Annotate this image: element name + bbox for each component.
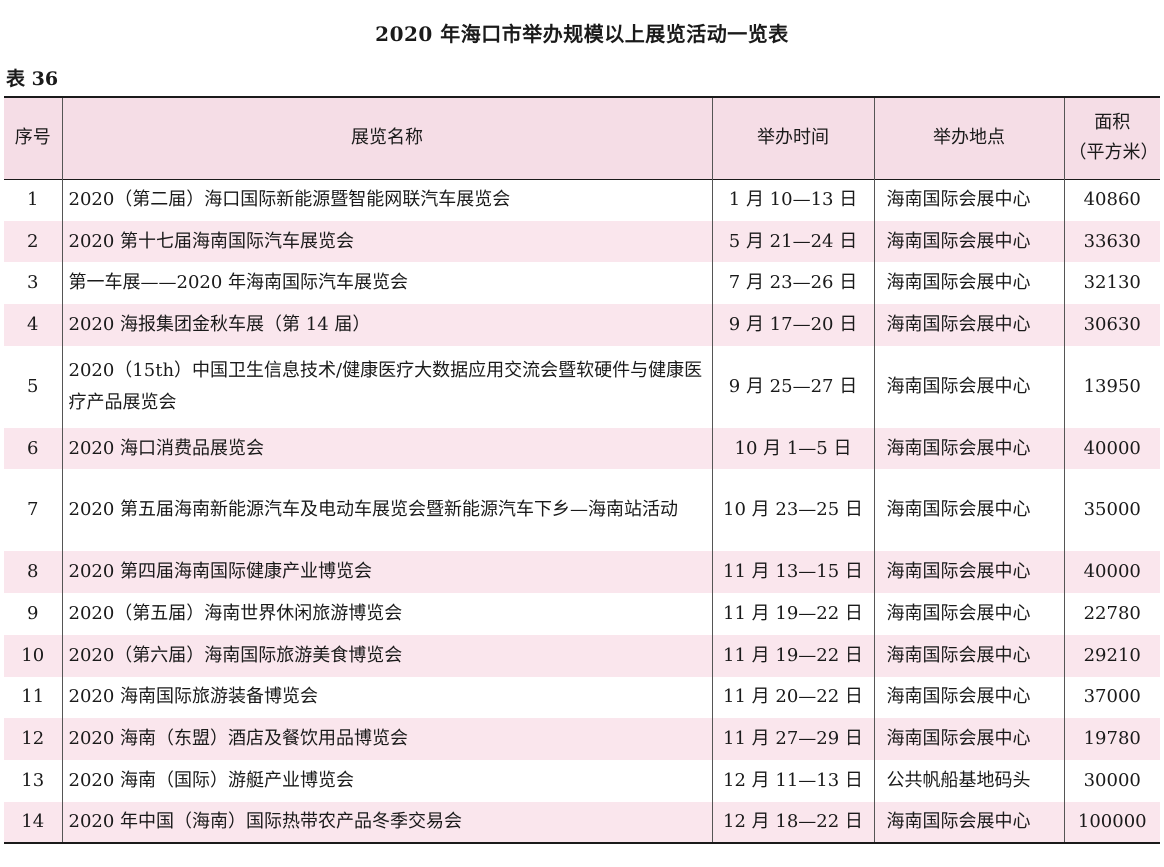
cell-name: 2020 海南（国际）游艇产业博览会 bbox=[61, 759, 712, 802]
cell-place: 海南国际会展中心 bbox=[873, 345, 1064, 428]
table-row: 1 2020（第二届）海口国际新能源暨智能网联汽车展览会 1 月 10—13 日海南… bbox=[4, 179, 1160, 221]
header-area-line1: 面积 bbox=[1094, 112, 1131, 134]
cell-no: 4 bbox=[27, 313, 39, 335]
cell-no: 13 bbox=[21, 769, 45, 791]
cell-no: 6 bbox=[27, 437, 39, 459]
cell-area: 29210 bbox=[1063, 634, 1160, 677]
cell-area: 37000 bbox=[1063, 676, 1160, 719]
cell-time: 11 月 20—22 日 bbox=[711, 676, 874, 719]
cell-name: 2020 年中国（海南）国际热带农产品冬季交易会 bbox=[61, 801, 712, 844]
cell-no: 11 bbox=[21, 686, 45, 708]
cell-name: 2020（15th）中国卫生信息技术/健康医疗大数据应用交流会暨软硬件与健康医疗… bbox=[61, 345, 712, 428]
cell-area: 19780 bbox=[1063, 718, 1160, 760]
cell-name: 2020 第五届海南新能源汽车及电动车展览会暨新能源汽车下乡—海南站活动 bbox=[61, 469, 712, 552]
cell-time: 12 月 11—13 日 bbox=[711, 759, 874, 802]
cell-area: 32130 bbox=[1063, 262, 1160, 305]
cell-place: 海南国际会展中心 bbox=[873, 801, 1064, 844]
cell-place: 海南国际会展中心 bbox=[873, 634, 1064, 677]
cell-no: 7 bbox=[27, 499, 39, 521]
cell-place: 海南国际会展中心 bbox=[873, 179, 1064, 221]
cell-no: 2 bbox=[27, 230, 39, 252]
cell-no: 14 bbox=[21, 810, 45, 832]
cell-time: 10 月 23—25 日 bbox=[711, 469, 874, 552]
exhibition-table: 序号 展览名称 举办时间 举办地点 面积 （平方米） 1 2020（第二届）海口国… bbox=[4, 96, 1160, 844]
table-row: 4 2020 海报集团金秋车展（第 14 届） 9 月 17—20 日海南国际会展中… bbox=[4, 304, 1160, 346]
cell-area: 13950 bbox=[1063, 345, 1160, 428]
cell-name: 2020（第二届）海口国际新能源暨智能网联汽车展览会 bbox=[61, 179, 712, 221]
cell-place: 海南国际会展中心 bbox=[873, 551, 1064, 594]
cell-area: 30000 bbox=[1063, 759, 1160, 802]
cell-place: 海南国际会展中心 bbox=[873, 469, 1064, 552]
cell-name: 2020 海口消费品展览会 bbox=[61, 427, 712, 470]
cell-name: 2020 海南（东盟）酒店及餐饮用品博览会 bbox=[61, 718, 712, 760]
cell-time: 9 月 17—20 日 bbox=[711, 304, 874, 346]
table-row: 5 2020（15th）中国卫生信息技术/健康医疗大数据应用交流会暨软硬件与健康医… bbox=[4, 345, 1160, 428]
cell-time: 11 月 27—29 日 bbox=[711, 718, 874, 760]
table-row: 12 2020 海南（东盟）酒店及餐饮用品博览会 11 月 27—29 日海南国际会… bbox=[4, 718, 1160, 760]
cell-time: 11 月 13—15 日 bbox=[711, 551, 874, 594]
cell-no: 8 bbox=[27, 561, 39, 583]
cell-place: 海南国际会展中心 bbox=[873, 676, 1064, 719]
cell-place: 公共帆船基地码头 bbox=[873, 759, 1064, 802]
cell-name: 2020 第四届海南国际健康产业博览会 bbox=[61, 551, 712, 594]
cell-no: 9 bbox=[27, 602, 39, 624]
header-area-line2: （平方米） bbox=[1068, 142, 1159, 164]
cell-time: 11 月 19—22 日 bbox=[711, 634, 874, 677]
cell-area: 40000 bbox=[1063, 427, 1160, 470]
cell-time: 1 月 10—13 日 bbox=[711, 179, 874, 221]
cell-time: 7 月 23—26 日 bbox=[711, 262, 874, 305]
cell-no: 1 bbox=[27, 189, 39, 211]
header-name: 展览名称 bbox=[61, 97, 712, 179]
header-time: 举办时间 bbox=[711, 97, 874, 179]
header-row: 序号 展览名称 举办时间 举办地点 面积 （平方米） bbox=[4, 97, 1160, 179]
cell-name: 2020 第十七届海南国际汽车展览会 bbox=[61, 220, 712, 263]
table-row: 13 2020 海南（国际）游艇产业博览会 12 月 11—13 日公共帆船基地码头… bbox=[4, 759, 1160, 802]
cell-area: 40860 bbox=[1063, 179, 1160, 221]
exhibition-table-container: 序号 展览名称 举办时间 举办地点 面积 （平方米） 1 2020（第二届）海口国… bbox=[4, 96, 1160, 844]
cell-time: 5 月 21—24 日 bbox=[711, 220, 874, 263]
cell-place: 海南国际会展中心 bbox=[873, 304, 1064, 346]
cell-area: 22780 bbox=[1063, 593, 1160, 635]
header-area: 面积 （平方米） bbox=[1063, 97, 1160, 179]
cell-area: 40000 bbox=[1063, 551, 1160, 594]
cell-place: 海南国际会展中心 bbox=[873, 262, 1064, 305]
cell-no: 12 bbox=[21, 728, 45, 750]
cell-name: 2020 海报集团金秋车展（第 14 届） bbox=[61, 304, 712, 346]
cell-time: 9 月 25—27 日 bbox=[711, 345, 874, 428]
cell-area: 100000 bbox=[1063, 801, 1160, 844]
cell-no: 3 bbox=[27, 272, 39, 294]
cell-name: 2020（第五届）海南世界休闲旅游博览会 bbox=[61, 593, 712, 635]
cell-no: 10 bbox=[21, 644, 45, 666]
table-header: 序号 展览名称 举办时间 举办地点 面积 （平方米） bbox=[4, 97, 1160, 179]
cell-time: 11 月 19—22 日 bbox=[711, 593, 874, 635]
table-row: 10 2020（第六届）海南国际旅游美食博览会 11 月 19—22 日海南国际会展… bbox=[4, 634, 1160, 677]
cell-place: 海南国际会展中心 bbox=[873, 718, 1064, 760]
cell-place: 海南国际会展中心 bbox=[873, 220, 1064, 263]
table-row: 6 2020 海口消费品展览会 10 月 1—5 日海南国际会展中心 40000 bbox=[4, 427, 1160, 470]
cell-area: 30630 bbox=[1063, 304, 1160, 346]
cell-time: 12 月 18—22 日 bbox=[711, 801, 874, 844]
table-row: 9 2020（第五届）海南世界休闲旅游博览会 11 月 19—22 日海南国际会展中… bbox=[4, 593, 1160, 635]
cell-place: 海南国际会展中心 bbox=[873, 427, 1064, 470]
table-row: 14 2020 年中国（海南）国际热带农产品冬季交易会 12 月 18—22 日海南… bbox=[4, 801, 1160, 844]
header-place: 举办地点 bbox=[873, 97, 1064, 179]
cell-time: 10 月 1—5 日 bbox=[711, 427, 874, 470]
cell-name: 2020（第六届）海南国际旅游美食博览会 bbox=[61, 634, 712, 677]
table-row: 7 2020 第五届海南新能源汽车及电动车展览会暨新能源汽车下乡—海南站活动 10 … bbox=[4, 469, 1160, 552]
table-row: 2 2020 第十七届海南国际汽车展览会 5 月 21—24 日海南国际会展中心 33… bbox=[4, 220, 1160, 263]
table-row: 11 2020 海南国际旅游装备博览会 11 月 20—22 日海南国际会展中心 37… bbox=[4, 676, 1160, 719]
table-body: 1 2020（第二届）海口国际新能源暨智能网联汽车展览会 1 月 10—13 日海南… bbox=[4, 179, 1160, 844]
cell-area: 35000 bbox=[1063, 469, 1160, 552]
cell-place: 海南国际会展中心 bbox=[873, 593, 1064, 635]
cell-area: 33630 bbox=[1063, 220, 1160, 263]
table-label: 表 36 bbox=[6, 68, 59, 90]
cell-name: 2020 海南国际旅游装备博览会 bbox=[61, 676, 712, 719]
table-row: 3 第一车展——2020 年海南国际汽车展览会 7 月 23—26 日海南国际会展中… bbox=[4, 262, 1160, 305]
header-no: 序号 bbox=[14, 127, 51, 149]
page-title: 2020 年海口市举办规模以上展览活动一览表 bbox=[375, 22, 789, 46]
cell-name: 第一车展——2020 年海南国际汽车展览会 bbox=[61, 262, 712, 305]
cell-no: 5 bbox=[27, 375, 39, 397]
table-row: 8 2020 第四届海南国际健康产业博览会 11 月 13—15 日海南国际会展中心… bbox=[4, 551, 1160, 594]
